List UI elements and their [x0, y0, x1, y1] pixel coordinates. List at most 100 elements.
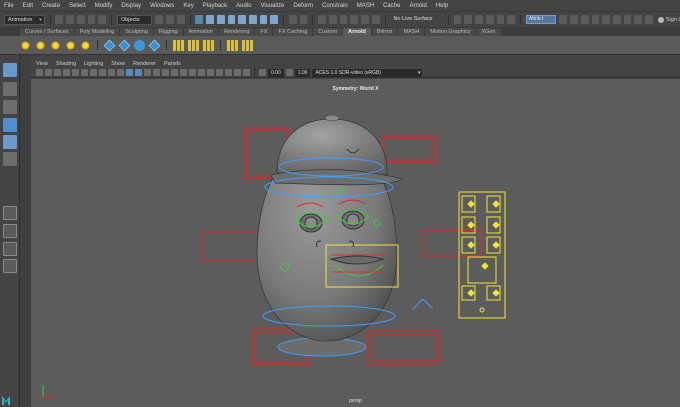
menu-select[interactable]: Select	[69, 3, 86, 9]
select-by-joint-icon[interactable]	[206, 15, 214, 24]
four-view-layout-icon[interactable]	[3, 224, 17, 238]
selection-mode-dropdown[interactable]: Objects	[116, 14, 153, 25]
select-by-surface-icon[interactable]	[227, 15, 236, 24]
render-settings-icon[interactable]	[496, 15, 505, 24]
construction-history-icon[interactable]	[453, 15, 462, 24]
export-ass-icon[interactable]	[242, 39, 253, 51]
live-surface-field[interactable]: No Live Surface	[390, 14, 443, 25]
gamma-field[interactable]: 1.00	[294, 68, 311, 77]
menu-create[interactable]: Create	[42, 3, 60, 9]
attribute-search-input[interactable]: Attrib t	[525, 15, 557, 24]
wireframe-on-shaded-icon[interactable]	[144, 69, 151, 76]
tab-fx-caching[interactable]: FX Caching	[273, 28, 313, 36]
snap-projected-center-icon[interactable]	[350, 15, 359, 24]
flush-cache-icon[interactable]	[134, 39, 145, 51]
persp-outliner-layout-icon[interactable]	[3, 242, 17, 256]
paint-select-tool-icon[interactable]	[3, 100, 17, 114]
panel-toggle-icon[interactable]	[634, 15, 643, 24]
viewport-menu-show[interactable]: Show	[111, 61, 125, 67]
panel-toggle-icon[interactable]	[645, 15, 653, 24]
redo-icon[interactable]	[98, 15, 107, 24]
outliner-layout-icon[interactable]	[3, 259, 17, 273]
menu-edit[interactable]: Edit	[23, 3, 33, 9]
menu-modify[interactable]: Modify	[95, 3, 113, 9]
tab-sculpting[interactable]: Sculpting	[120, 28, 153, 36]
color-space-dropdown[interactable]: ACES 1.0 SDR-video (sRGB) ▾	[312, 68, 423, 77]
menu-visualize[interactable]: Visualize	[260, 3, 284, 9]
menu-key[interactable]: Key	[183, 3, 193, 9]
select-by-deformation-icon[interactable]	[238, 15, 246, 24]
tab-custom[interactable]: Custom	[313, 28, 343, 36]
resolution-gate-icon[interactable]	[90, 69, 97, 76]
skydome-light-icon[interactable]	[65, 39, 76, 51]
viewport-menu-shading[interactable]: Shading	[56, 61, 76, 67]
mesh-light-icon[interactable]	[35, 39, 46, 51]
sign-in-button[interactable]: Sign I	[657, 16, 680, 23]
gate-mask-icon[interactable]	[99, 69, 106, 76]
select-by-curve-icon[interactable]	[216, 15, 225, 24]
outliner-collapsed-strip[interactable]	[20, 55, 31, 407]
tab-rendering[interactable]: Rendering	[219, 28, 255, 36]
texture-manager-icon[interactable]	[173, 39, 184, 51]
image-plane-icon[interactable]	[63, 69, 70, 76]
exposure-field[interactable]: 0.00	[268, 68, 284, 77]
smooth-shade-icon[interactable]	[135, 69, 142, 76]
tab-xgen[interactable]: XGen	[476, 28, 501, 36]
menu-file[interactable]: File	[4, 3, 14, 9]
menu-mash[interactable]: MASH	[357, 3, 374, 9]
menu-help[interactable]: Help	[436, 3, 448, 9]
viewport-menu-lighting[interactable]: Lighting	[84, 61, 103, 67]
select-component-icon[interactable]	[176, 15, 185, 24]
viewport-menu-renderer[interactable]: Renderer	[133, 61, 156, 67]
tab-mash[interactable]: MASH	[398, 28, 425, 36]
hypershade-icon[interactable]	[507, 15, 515, 24]
open-scene-icon[interactable]	[66, 15, 74, 24]
use-all-lights-icon[interactable]	[162, 69, 169, 76]
scale-tool-icon[interactable]	[3, 152, 17, 166]
bookmarks-icon[interactable]	[54, 69, 61, 76]
workspace-dropdown[interactable]: Animation ▾	[4, 14, 45, 25]
snap-view-plane-icon[interactable]	[361, 15, 369, 24]
xray-components-icon[interactable]	[243, 69, 250, 76]
physical-sky-icon[interactable]	[80, 39, 91, 51]
tab-arnold[interactable]: Arnold	[343, 28, 371, 36]
tab-rigging[interactable]: Rigging	[153, 28, 183, 36]
render-icon[interactable]	[475, 15, 483, 24]
tab-poly-modeling[interactable]: Poly Modeling	[74, 28, 120, 36]
menu-playback[interactable]: Playback	[203, 3, 227, 9]
select-camera-icon[interactable]	[36, 69, 43, 76]
panel-toggle-icon[interactable]	[559, 15, 568, 24]
tab-fx[interactable]: FX	[255, 28, 273, 36]
render-view-icon[interactable]	[464, 15, 473, 24]
safe-action-icon[interactable]	[117, 69, 124, 76]
ipr-render-icon[interactable]	[485, 15, 494, 24]
wireframe-icon[interactable]	[126, 69, 133, 76]
tx-manager-icon[interactable]	[188, 39, 199, 51]
textured-icon[interactable]	[153, 69, 160, 76]
select-by-dynamics-icon[interactable]	[248, 15, 257, 24]
film-gate-icon[interactable]	[81, 69, 88, 76]
snap-curve-icon[interactable]	[329, 15, 337, 24]
perspective-viewport[interactable]: Symmetry: World X persp	[31, 79, 680, 407]
panel-toggle-icon[interactable]	[623, 15, 632, 24]
tab-curves-surfaces[interactable]: Curves / Surfaces	[20, 28, 74, 36]
panel-toggle-icon[interactable]	[602, 15, 610, 24]
menu-cache[interactable]: Cache	[383, 3, 400, 9]
photometric-light-icon[interactable]	[50, 39, 61, 51]
make-live-icon[interactable]	[371, 15, 380, 24]
single-perspective-layout-icon[interactable]	[3, 206, 17, 220]
field-chart-icon[interactable]	[108, 69, 115, 76]
xray-icon[interactable]	[225, 69, 232, 76]
menu-windows[interactable]: Windows	[150, 3, 174, 9]
panel-toggle-icon[interactable]	[613, 15, 621, 24]
xray-joints-icon[interactable]	[234, 69, 241, 76]
tab-motion-graphics[interactable]: Motion Graphics	[425, 28, 476, 36]
viewport-menu-view[interactable]: View	[36, 61, 48, 67]
viewport-menu-panels[interactable]: Panels	[164, 61, 181, 67]
isolate-select-icon[interactable]	[216, 69, 223, 76]
undo-icon[interactable]	[87, 15, 96, 24]
tab-animation[interactable]: Animation	[183, 28, 219, 36]
motion-blur-icon[interactable]	[189, 69, 196, 76]
grid-icon[interactable]	[72, 69, 79, 76]
menu-audio[interactable]: Audio	[236, 3, 251, 9]
